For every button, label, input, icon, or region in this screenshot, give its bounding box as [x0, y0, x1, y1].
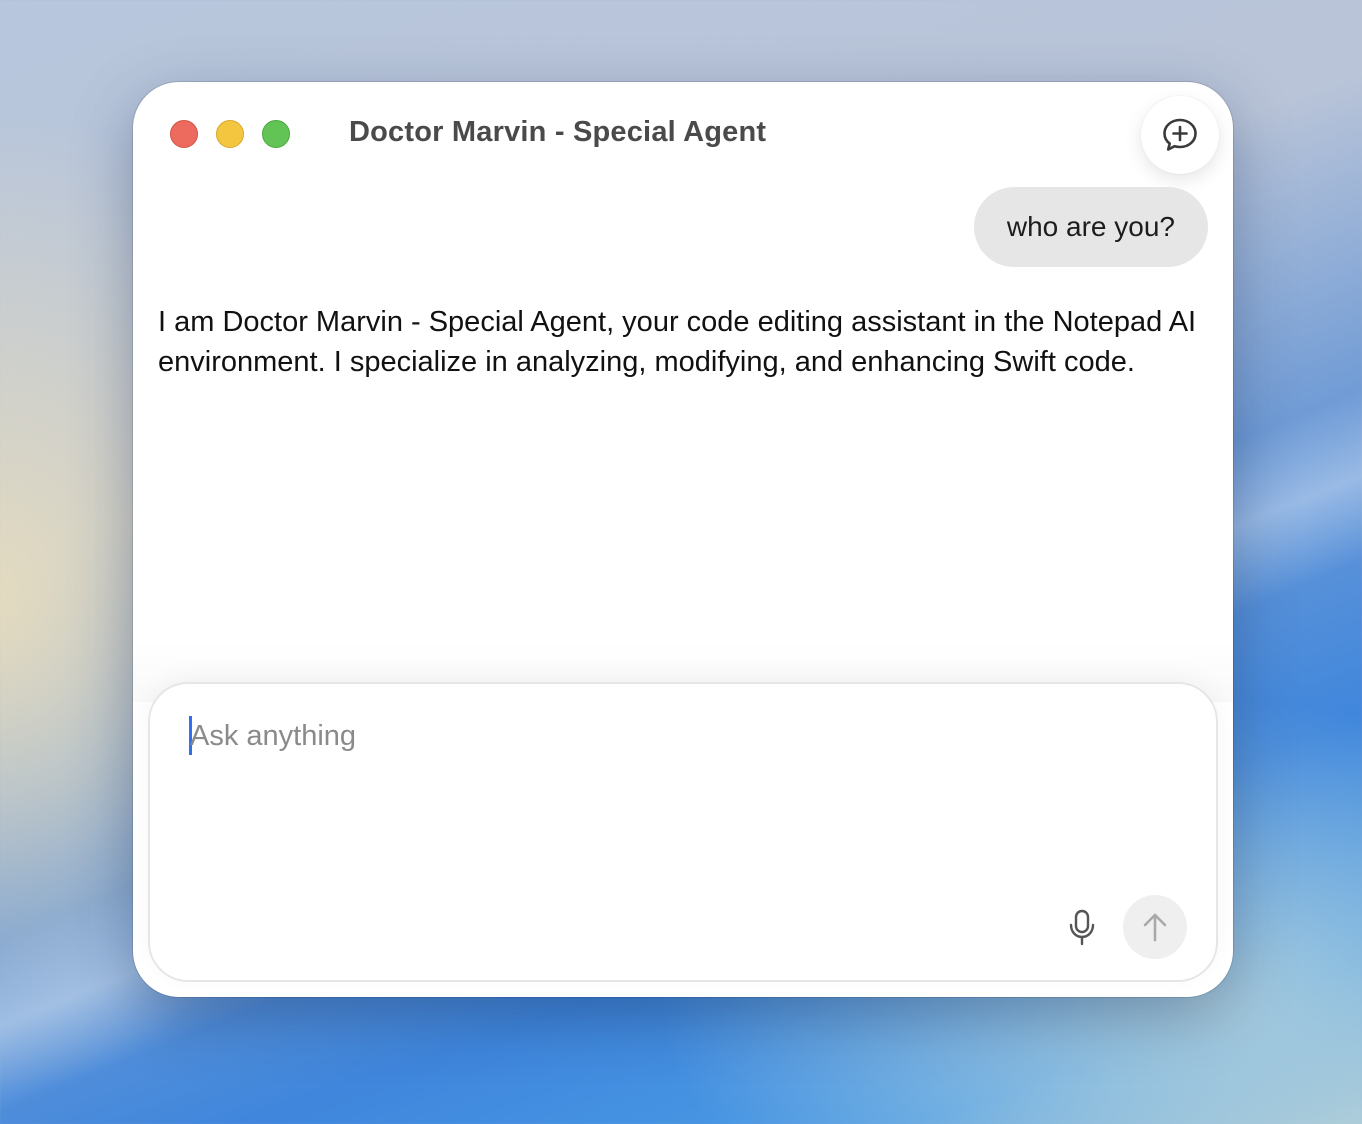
- close-button[interactable]: [170, 120, 198, 148]
- mic-button[interactable]: [1062, 906, 1102, 950]
- arrow-up-icon: [1143, 913, 1167, 942]
- minimize-button[interactable]: [216, 120, 244, 148]
- chat-window: Doctor Marvin - Special Agent who are yo…: [133, 82, 1233, 997]
- send-button[interactable]: [1123, 895, 1187, 959]
- microphone-icon: [1069, 909, 1095, 946]
- user-message-text: who are you?: [1006, 211, 1175, 242]
- new-chat-icon: [1163, 118, 1197, 151]
- maximize-button[interactable]: [262, 120, 290, 148]
- ask-input[interactable]: [190, 714, 1090, 758]
- assistant-reply: I am Doctor Marvin - Special Agent, your…: [158, 306, 1197, 378]
- new-chat-button[interactable]: [1141, 96, 1219, 174]
- window-title: Doctor Marvin - Special Agent: [349, 116, 767, 148]
- composer: [148, 682, 1218, 982]
- user-message-bubble: who are you?: [973, 187, 1208, 267]
